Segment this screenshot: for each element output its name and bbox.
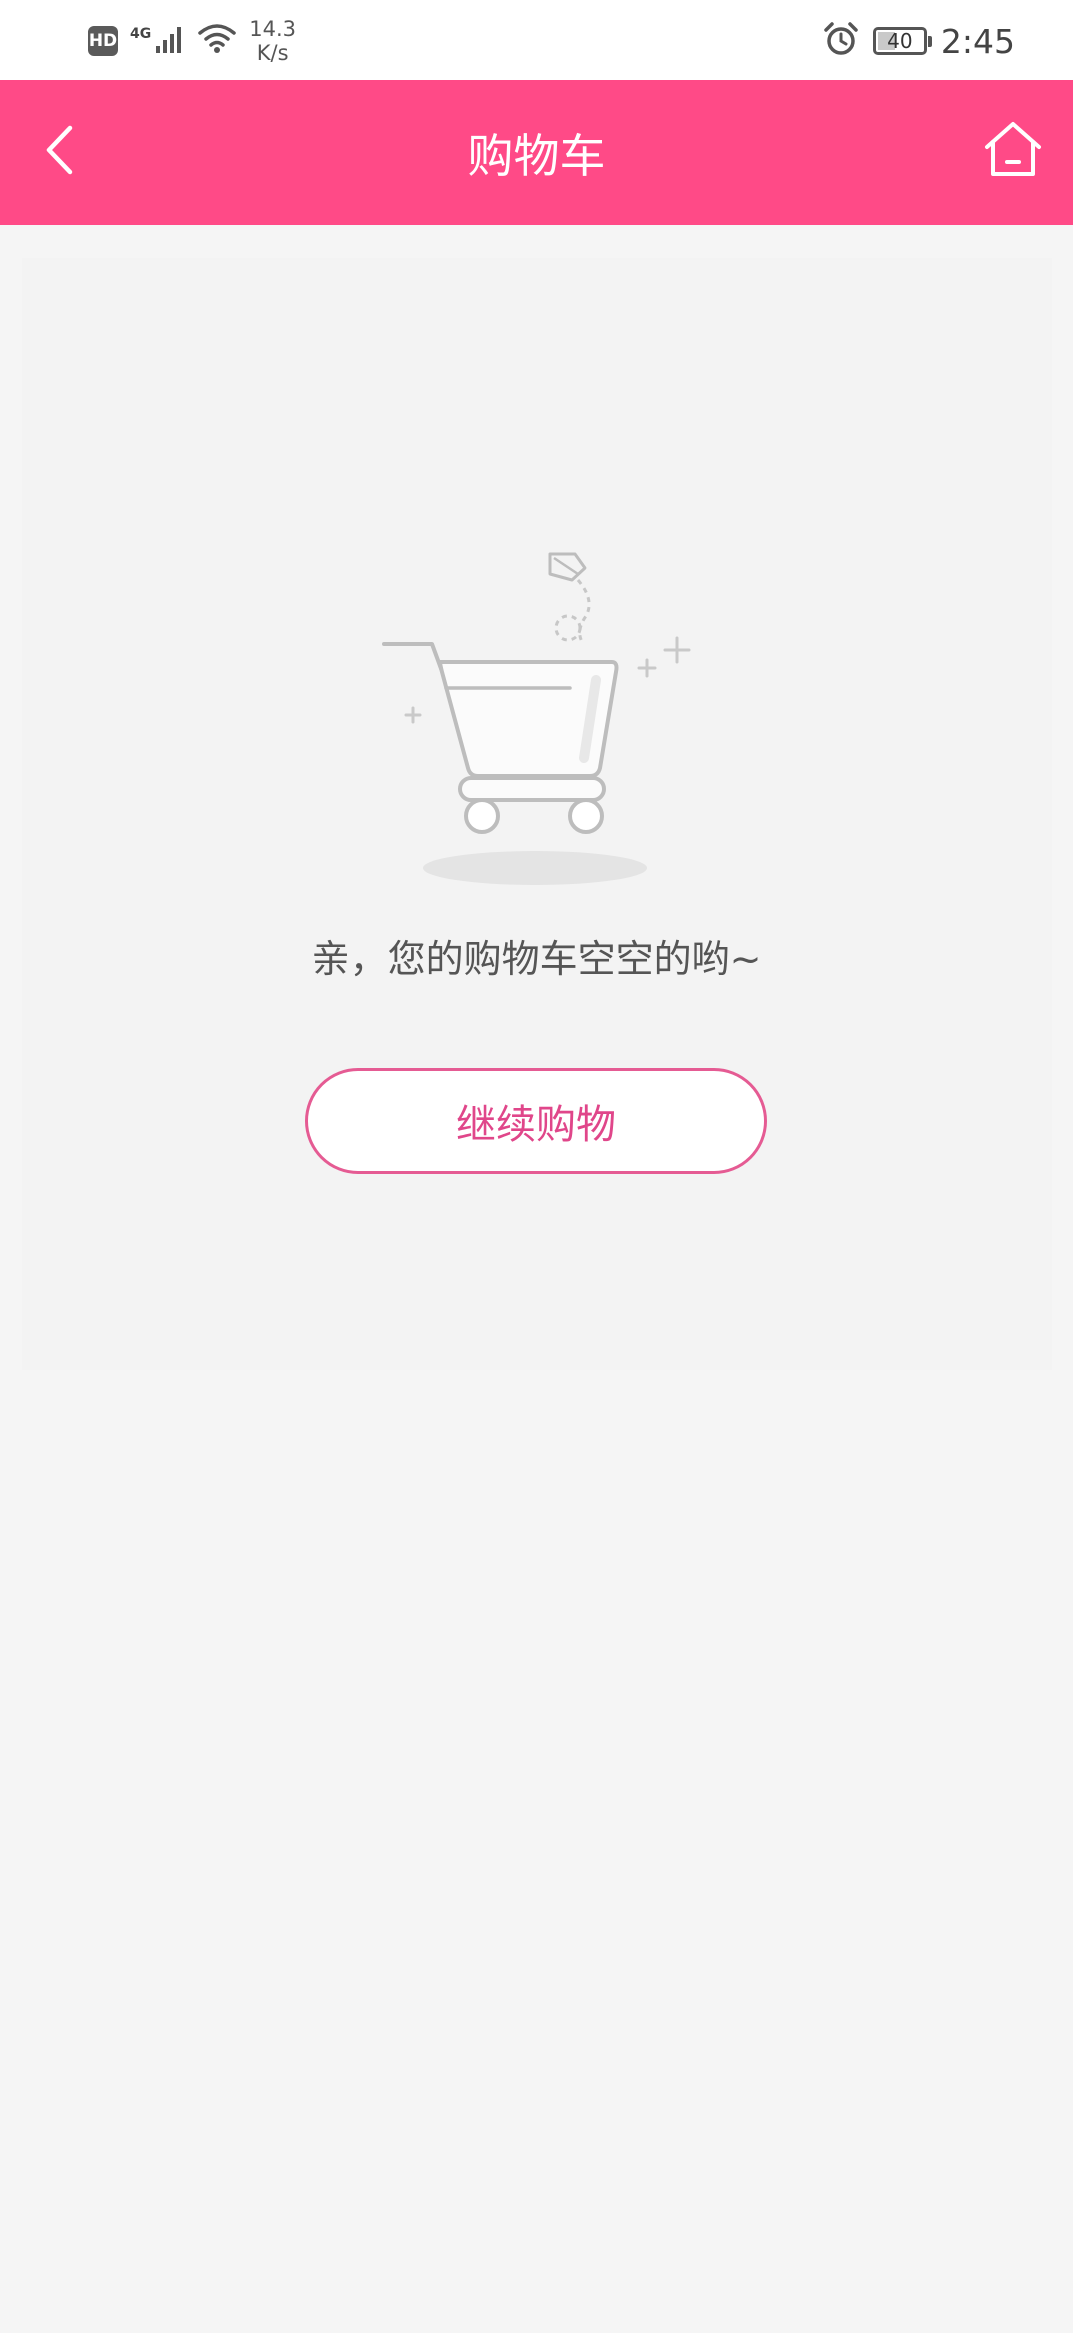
hd-badge: HD xyxy=(88,26,118,56)
clock: 2:45 xyxy=(940,21,1015,61)
battery-level: 40 xyxy=(887,29,913,53)
network-type: 4G xyxy=(130,26,152,42)
home-button[interactable] xyxy=(979,118,1047,186)
page-title: 购物车 xyxy=(467,128,606,183)
battery-icon: 40 xyxy=(872,27,932,55)
empty-cart-message: 亲，您的购物车空空的哟~ xyxy=(311,937,762,981)
wifi-icon xyxy=(197,23,237,59)
header-bar: 购物车 xyxy=(0,80,1073,225)
status-bar: HD 4G 14.3 K/s 40 2:45 xyxy=(0,0,1073,80)
status-right: 40 2:45 xyxy=(823,14,1015,68)
home-icon xyxy=(982,119,1044,185)
alarm-icon xyxy=(823,21,859,61)
speed-unit: K/s xyxy=(256,41,289,65)
continue-shopping-button[interactable]: 继续购物 xyxy=(305,1068,767,1174)
network-speed: 14.3 K/s xyxy=(249,17,296,65)
status-left: HD 4G 14.3 K/s xyxy=(88,14,296,68)
speed-value: 14.3 xyxy=(249,17,296,41)
leaf-icon xyxy=(548,552,591,643)
empty-cart-illustration xyxy=(350,530,700,900)
signal-icon xyxy=(155,24,185,58)
